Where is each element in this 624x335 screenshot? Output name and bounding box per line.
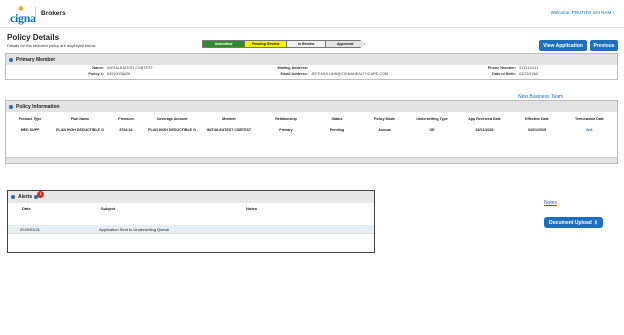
policy-label: Policy #: (88, 72, 104, 76)
cell-member: INITIALEATEST CSBTEST (206, 128, 252, 132)
cell-relationship: Primary (279, 128, 293, 132)
step-in-review: In Review (286, 40, 326, 48)
notes-link[interactable]: Notes (544, 200, 557, 206)
member-name-field: Name: INITIALEATEST CSBTEST (66, 66, 153, 70)
col-premium: Premium (118, 117, 134, 121)
cell-plan-name: PLAN HIGH DEDUCTIBLE G (56, 128, 104, 132)
bullet-icon (11, 195, 15, 199)
col-subject: Subject (101, 206, 116, 211)
page-subtitle: Details for the selected policy are disp… (7, 43, 96, 48)
document-upload-button[interactable]: Document Upload ⇪ (544, 217, 603, 228)
col-notes: Notes (246, 206, 258, 211)
table-header-row: Product Type Plan Name Premium Coverage … (6, 113, 617, 125)
mailing-address-field: Mailing Address: (246, 66, 311, 70)
policy-number-field: Policy #: 63910006626 (66, 72, 130, 76)
cell-effective-date: 04/01/2025 (528, 128, 546, 132)
dob-label: Date of Birth: (491, 72, 516, 76)
logo-text: cigna (10, 11, 36, 25)
cell-policy-mode: Annual (378, 128, 391, 132)
col-member: Member (222, 117, 236, 121)
policy-information-header: Policy Information (6, 101, 617, 112)
name-label: Name: (92, 66, 104, 70)
section-title: Primary Member (16, 56, 56, 63)
document-upload-label: Document Upload (549, 219, 592, 226)
cell-app-received-date: 03/21/2025 (475, 128, 494, 132)
bullet-icon (9, 57, 13, 62)
view-application-button[interactable]: View Application (539, 40, 587, 51)
phone-value: 3131111111 (519, 66, 539, 70)
dob-value: 03/23/1960 (519, 72, 539, 76)
cell-status: Pending (329, 128, 345, 132)
header-divider (35, 7, 36, 21)
col-policy-mode: Policy Mode (374, 117, 395, 121)
col-coverage-amount: Coverage Amount (156, 117, 188, 121)
dob-field: Date of Birth: 03/23/1960 (476, 72, 538, 76)
policy-table-footer (6, 157, 617, 163)
bullet-icon (9, 104, 13, 109)
alerts-header: Alerts 1 (8, 190, 374, 203)
col-underwriting-type: Underwriting Type (416, 117, 448, 121)
col-product-type: Product Type (18, 117, 42, 121)
alert-subject: Application Sent to Underwriting Queue (99, 227, 170, 232)
step-approved: Approved (325, 40, 365, 48)
mailing-label: Mailing Address: (277, 66, 308, 70)
alerts-divider (8, 233, 374, 234)
col-relationship: Relationship (275, 117, 297, 121)
upload-icon: ⇪ (593, 219, 598, 226)
col-plan-name: Plan Name (70, 117, 90, 121)
step-pending-review: Pending Review (244, 40, 287, 48)
col-effective-date: Effective Date (525, 117, 549, 121)
cigna-logo[interactable]: ✺ cigna (5, 3, 36, 25)
email-label: Email Address: (280, 72, 308, 76)
cell-termination-date[interactable]: N/A (562, 125, 617, 139)
section-title: Alerts (18, 194, 33, 200)
col-status: Status (331, 117, 343, 121)
table-row: MED SUPP PLAN HIGH DEDUCTIBLE G $784.34 … (6, 125, 617, 139)
email-value: JEFF.MULLINS@CIGNAHEALTHCARE.COM (311, 72, 389, 76)
col-date: Date (22, 206, 31, 211)
step-submitted: Submitted (202, 40, 245, 48)
policy-table: Product Type Plan Name Premium Coverage … (6, 113, 617, 139)
cell-coverage-amount: PLAN HIGH DEDUCTIBLE G (148, 128, 196, 132)
primary-member-panel: Primary Member Name: INITIALEATEST CSBTES… (5, 53, 618, 80)
email-address-field: Email Address: JEFF.MULLINS@CIGNAHEALTHCA… (246, 72, 388, 76)
policy-information-panel: Policy Information Product Type Plan Nam… (5, 100, 618, 164)
welcome-user-menu[interactable]: Welcome, PRUTHVI SAI RAM › (551, 10, 614, 15)
cell-product-type: MED SUPP (20, 128, 40, 132)
cell-underwriting-type: OE (429, 128, 435, 132)
cell-premium: $784.34 (119, 128, 133, 132)
col-app-received-date: App Received Date (468, 117, 501, 121)
primary-member-header: Primary Member (6, 54, 617, 65)
policy-value: 63910006626 (107, 72, 131, 76)
col-termination-date: Termination Date (574, 117, 605, 121)
alert-row[interactable]: 2025/03/21 Application Sent to Underwrit… (8, 225, 374, 233)
phone-number-field: Phone Number: 3131111111 (476, 66, 539, 70)
alerts-table-header: Date Subject Notes (8, 206, 374, 216)
status-stepper: Submitted Pending Review In Review Appro… (202, 40, 365, 48)
brand-label: Brokers (41, 10, 66, 17)
alert-count-badge: 1 (37, 190, 45, 198)
section-title: Policy Information (16, 103, 60, 110)
alerts-panel: Alerts 1 Date Subject Notes 2025/03/21 A… (7, 190, 375, 253)
alert-date: 2025/03/21 (20, 227, 41, 232)
name-value: INITIALEATEST CSBTEST (107, 66, 153, 70)
phone-label: Phone Number: (487, 66, 516, 70)
page-title: Policy Details (7, 33, 60, 42)
previous-button[interactable]: Previous (590, 40, 618, 51)
top-header: ✺ cigna Brokers Welcome, PRUTHVI SAI RAM… (0, 0, 624, 28)
